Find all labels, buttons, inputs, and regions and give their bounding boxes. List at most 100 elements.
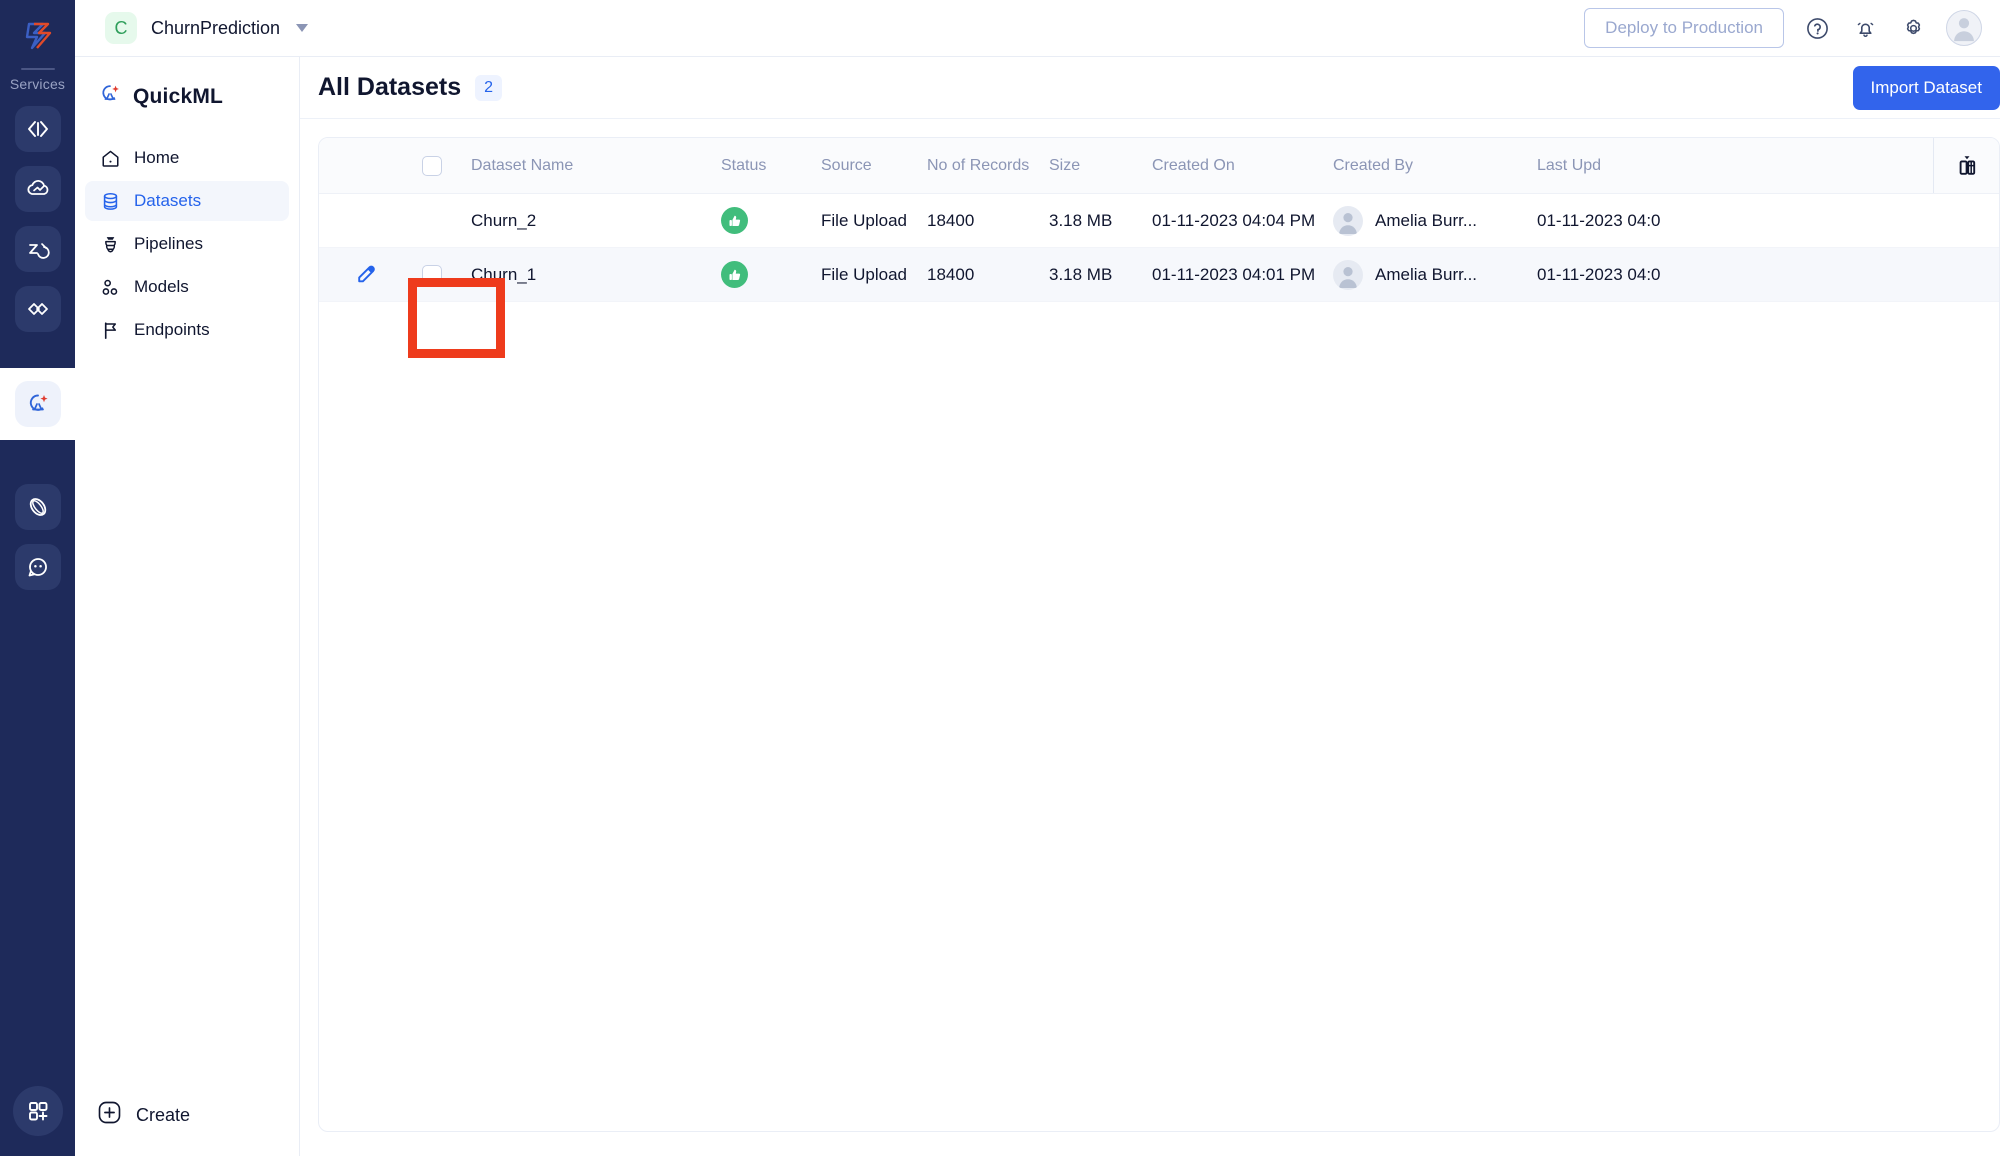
product-sidebar: QuickML Home [75,57,300,1156]
chevron-down-icon[interactable] [296,24,308,32]
sidebar-item-endpoints[interactable]: Endpoints [85,310,289,350]
body-region: QuickML Home [75,57,2000,1156]
cell-size: 3.18 MB [1049,265,1152,285]
create-label: Create [136,1105,190,1126]
select-all-checkbox[interactable] [422,156,442,176]
cloud-arrow-icon [25,176,51,202]
dataset-count-badge: 2 [475,75,502,101]
sidebar-item-label: Endpoints [134,320,210,340]
datasets-content: All Datasets 2 Import Dataset Dataset Na… [300,57,2000,1156]
service-zia[interactable] [15,226,61,272]
rail-divider [21,68,55,70]
cell-created-on: 01-11-2023 04:01 PM [1152,265,1333,285]
main-region: C ChurnPrediction Deploy to Production [75,0,2000,1156]
column-header-status[interactable]: Status [721,157,821,175]
column-header-dataset-name[interactable]: Dataset Name [449,157,721,175]
table-row[interactable]: Churn_2 File Upload 18400 [319,194,1999,248]
cell-created-by-name: Amelia Burr... [1375,265,1477,285]
edit-dataset-button[interactable] [349,257,385,293]
service-quickml[interactable] [0,368,75,440]
sidebar-item-home[interactable]: Home [85,138,289,178]
create-button[interactable]: Create [97,1100,277,1130]
sidebar-item-pipelines[interactable]: Pipelines [85,224,289,264]
row-edit-cell [319,257,415,293]
project-initial-badge: C [105,12,137,44]
avatar [1333,260,1363,290]
zia-icon [25,236,51,262]
deploy-to-production-button[interactable]: Deploy to Production [1584,8,1784,48]
import-dataset-button[interactable]: Import Dataset [1853,66,2000,110]
project-switcher[interactable]: C ChurnPrediction [105,12,308,44]
link-chain-icon [25,296,51,322]
row-checkbox[interactable] [422,265,442,285]
top-bar-actions: Deploy to Production [1584,8,1982,48]
sidebar-item-label: Home [134,148,179,168]
plus-circle-icon [97,1100,122,1130]
service-quickml-button[interactable] [15,381,61,427]
zoho-logo-icon[interactable] [12,10,64,62]
notification-bell-icon[interactable] [1850,13,1880,43]
thumbs-up-icon [721,207,748,234]
column-header-source[interactable]: Source [821,157,927,175]
cell-created-by: Amelia Burr... [1333,260,1537,290]
cell-dataset-name: Churn_1 [449,265,721,285]
column-header-records[interactable]: No of Records [927,157,1049,175]
table-area: Dataset Name Status Source No of Records… [300,119,2000,1156]
page-title: All Datasets [318,73,461,102]
service-cloud-scale[interactable] [15,166,61,212]
cell-records: 18400 [927,211,1049,231]
sidebar-nav-list: Home Datasets [75,138,299,350]
column-header-size[interactable]: Size [1049,157,1152,175]
cell-last-updated: 01-11-2023 04:0 [1537,265,1727,285]
sidebar-item-datasets[interactable]: Datasets [85,181,289,221]
quickml-icon [24,390,52,418]
rail-service-list-lower [15,484,61,590]
avatar [1333,206,1363,236]
rail-services-label: Services [10,76,65,92]
cell-dataset-name: Churn_2 [449,211,721,231]
cell-status [721,207,821,234]
service-orbit[interactable] [15,484,61,530]
cell-last-updated: 01-11-2023 04:0 [1537,211,1727,231]
table-row[interactable]: Churn_1 File Upload 18400 [319,248,1999,302]
quickml-icon [97,81,123,112]
cell-created-on: 01-11-2023 04:04 PM [1152,211,1333,231]
grid-plus-icon[interactable] [13,1086,63,1136]
service-chat[interactable] [15,544,61,590]
app-root: Services [0,0,2000,1156]
orbit-icon [25,494,51,520]
column-header-created-by[interactable]: Created By [1333,157,1537,175]
code-brackets-icon [25,116,51,142]
cell-created-by-name: Amelia Burr... [1375,211,1477,231]
column-header-created-on[interactable]: Created On [1152,157,1333,175]
row-checkbox-cell [415,265,449,285]
top-bar: C ChurnPrediction Deploy to Production [75,0,2000,57]
cell-status [721,261,821,288]
sidebar-item-label: Pipelines [134,234,203,254]
chat-bubble-icon [25,554,51,580]
service-catalyst[interactable] [15,106,61,152]
funnel-icon [99,233,121,255]
datasets-table: Dataset Name Status Source No of Records… [318,137,2000,1132]
quickml-brand: QuickML [75,81,299,112]
rail-bottom [0,1086,75,1136]
sidebar-footer: Create [75,1100,299,1156]
column-header-last-updated[interactable]: Last Upd [1537,157,1727,175]
services-rail: Services [0,0,75,1156]
database-icon [99,190,121,212]
cell-source: File Upload [821,265,927,285]
home-icon [99,147,121,169]
cell-source: File Upload [821,211,927,231]
user-avatar-icon[interactable] [1946,10,1982,46]
sidebar-item-models[interactable]: Models [85,267,289,307]
cell-created-by: Amelia Burr... [1333,206,1537,236]
column-settings-icon[interactable] [1933,138,1999,193]
cell-size: 3.18 MB [1049,211,1152,231]
service-connections[interactable] [15,286,61,332]
gear-icon[interactable] [1898,13,1928,43]
table-header-row: Dataset Name Status Source No of Records… [319,138,1999,194]
help-circle-icon[interactable] [1802,13,1832,43]
brand-label: QuickML [133,85,223,109]
content-header: All Datasets 2 Import Dataset [300,57,2000,119]
sidebar-item-label: Datasets [134,191,201,211]
